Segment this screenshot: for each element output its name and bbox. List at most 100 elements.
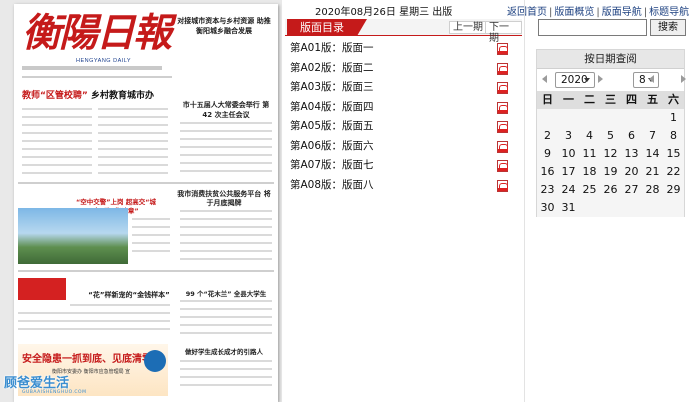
headline-mentor[interactable]: 做好学生成长成才的引路人 [174, 346, 274, 356]
calendar-empty-cell [600, 199, 621, 217]
search-input[interactable] [538, 19, 647, 36]
page-link[interactable]: 第A07版：版面七 [290, 159, 374, 171]
text-line [98, 124, 168, 126]
divider [18, 182, 274, 184]
calendar-day[interactable]: 18 [579, 163, 600, 181]
prev-month-arrow-icon[interactable] [649, 75, 654, 83]
headline-top-right[interactable]: 对接城市资本与乡村资源 助推衡阳城乡融合发展 [176, 16, 272, 36]
text-line [180, 324, 272, 326]
calendar-day[interactable]: 6 [621, 127, 642, 145]
page-link[interactable]: 第A04版：版面四 [290, 101, 374, 113]
calendar-day[interactable]: 25 [579, 181, 600, 199]
masthead-logo: 衡陽日報 [22, 10, 172, 56]
calendar-day-unavailable: 30 [540, 201, 555, 214]
text-line [98, 108, 168, 110]
headline-consumer-platform[interactable]: 我市消费扶贫公共服务平台 将于月底揭牌 [174, 190, 274, 208]
calendar-day[interactable]: 9 [537, 145, 558, 163]
calendar-day[interactable]: 14 [642, 145, 663, 163]
weekday-label: 三 [600, 91, 621, 109]
calendar-day[interactable]: 22 [663, 163, 684, 181]
calendar-empty-cell [642, 199, 663, 217]
text-line [22, 132, 92, 134]
calendar-day[interactable]: 17 [558, 163, 579, 181]
text-line [22, 164, 92, 166]
prev-year-arrow-icon[interactable] [542, 75, 547, 83]
headline-flower-sample[interactable]: “花”样新宠的“金钱样本” [84, 290, 174, 300]
calendar-empty-cell [558, 109, 579, 127]
page-list-item: 第A02版：版面二 [285, 59, 522, 79]
page-link[interactable]: 第A03版：版面三 [290, 81, 374, 93]
nav-page-nav-link[interactable]: 版面导航 [602, 7, 642, 18]
calendar-day[interactable]: 16 [537, 163, 558, 181]
pdf-icon[interactable] [497, 160, 508, 172]
pdf-icon[interactable] [497, 62, 508, 75]
next-month-arrow-icon[interactable] [681, 75, 686, 83]
text-line [22, 172, 92, 174]
calendar-day[interactable]: 23 [537, 181, 558, 199]
page-link[interactable]: 第A02版：版面二 [290, 62, 374, 74]
calendar-day[interactable]: 3 [558, 127, 579, 145]
calendar-day[interactable]: 4 [579, 127, 600, 145]
text-line [180, 154, 272, 156]
page-link[interactable]: 第A05版：版面五 [290, 120, 374, 132]
text-line [18, 320, 170, 322]
pdf-icon[interactable] [497, 101, 508, 114]
calendar-day[interactable]: 2 [537, 127, 558, 145]
calendar-day[interactable]: 5 [600, 127, 621, 145]
nav-home-link[interactable]: 返回首页 [507, 7, 547, 18]
calendar-day[interactable]: 24 [558, 181, 579, 199]
calendar-day[interactable]: 15 [663, 145, 684, 163]
text-line [18, 328, 170, 330]
calendar-day[interactable]: 20 [621, 163, 642, 181]
pdf-icon[interactable] [497, 121, 508, 133]
pdf-icon[interactable] [497, 140, 508, 153]
nav-title-nav-link[interactable]: 标题导航 [649, 7, 689, 18]
pdf-icon[interactable] [497, 179, 508, 192]
text-line [22, 140, 92, 142]
text-line [180, 162, 272, 164]
nav-overview-link[interactable]: 版面概览 [554, 7, 594, 18]
calendar-day[interactable]: 8 [663, 127, 684, 145]
text-line [132, 218, 170, 220]
page-list-item: 第A01版：版面一 [285, 39, 522, 59]
pdf-icon[interactable] [497, 82, 508, 94]
divider [22, 76, 172, 78]
prev-issue-button[interactable]: 上一期 [449, 21, 487, 34]
news-photo[interactable] [18, 208, 128, 264]
month-select[interactable]: 8 [633, 72, 659, 88]
news-photo-red[interactable] [18, 278, 66, 300]
calendar-day[interactable]: 7 [642, 127, 663, 145]
newspaper-page-image[interactable]: 衡陽日報 HENGYANG DAILY 对接城市资本与乡村资源 助推衡阳城乡融合… [14, 4, 278, 402]
page-link[interactable]: 第A06版：版面六 [290, 140, 374, 152]
calendar-day[interactable]: 11 [579, 145, 600, 163]
calendar-day[interactable]: 13 [621, 145, 642, 163]
calendar-empty-cell [537, 109, 558, 127]
headline-main[interactable]: 教师“区管校聘” 乡村教育城市办 [22, 88, 154, 101]
directory-title: 版面目录 [287, 19, 367, 36]
text-line [22, 116, 92, 118]
calendar-day-unavailable: 29 [666, 183, 681, 196]
search-button[interactable]: 搜索 [650, 19, 686, 36]
text-line [98, 172, 168, 174]
calendar-day[interactable]: 10 [558, 145, 579, 163]
page-link[interactable]: 第A01版：版面一 [290, 42, 374, 54]
calendar-day-current[interactable]: 26 [600, 181, 621, 199]
calendar-day[interactable]: 12 [600, 145, 621, 163]
calendar-day[interactable]: 21 [642, 163, 663, 181]
text-line [22, 156, 92, 158]
text-line [180, 384, 272, 386]
calendar-day-unavailable: 31 [561, 201, 576, 214]
calendar-day[interactable]: 1 [663, 109, 684, 127]
next-issue-button[interactable]: 下一期 [485, 21, 522, 44]
year-select[interactable]: 2020 [555, 72, 595, 88]
text-line [180, 242, 272, 244]
headline-middle-right[interactable]: 市十五届人大常委会举行 第 42 次主任会议 [178, 100, 274, 120]
column-divider [524, 0, 525, 402]
calendar-day[interactable]: 19 [600, 163, 621, 181]
text-line [98, 140, 168, 142]
issue-date-info: 2020年08月26日 星期三 出版 [315, 7, 453, 18]
page-link[interactable]: 第A08版：版面八 [290, 179, 374, 191]
next-year-arrow-icon[interactable] [598, 75, 603, 83]
pdf-icon[interactable] [497, 43, 508, 55]
headline-mulan[interactable]: 99 个“花木兰” 全县大学生 [180, 288, 272, 298]
